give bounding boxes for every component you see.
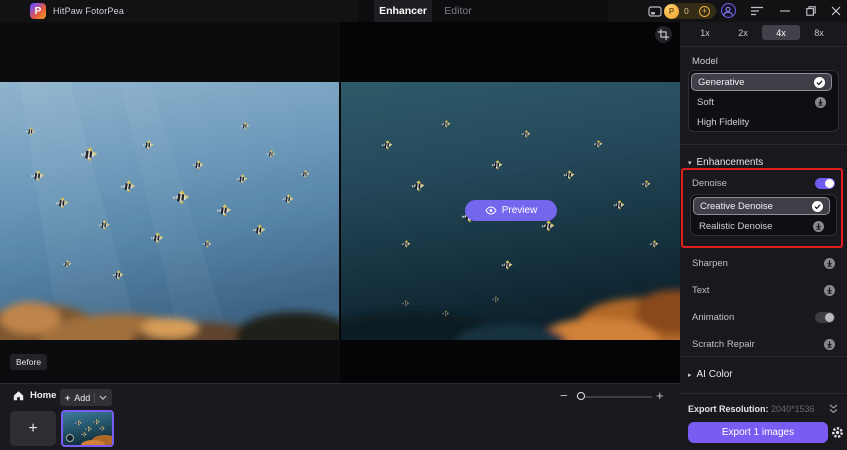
restore-button[interactable]	[802, 0, 820, 22]
scale-button-2x[interactable]: 2x	[724, 25, 762, 40]
model-section-title: Model	[692, 56, 718, 67]
enhancements-header[interactable]: ▾ Enhancements	[688, 157, 763, 168]
thumbnail-badge	[66, 434, 74, 442]
expand-arrow-icon: ▸	[688, 371, 692, 379]
sharpen-row[interactable]: Sharpen	[692, 256, 835, 270]
animation-toggle[interactable]	[815, 312, 835, 323]
button-divider	[94, 393, 95, 403]
tab-editor[interactable]: Editor	[432, 0, 484, 22]
before-badge: Before	[10, 354, 47, 370]
home-button[interactable]: Home	[13, 390, 56, 401]
titlebar: P HitPaw FotorPea Enhancer Editor P 0 +	[0, 0, 847, 22]
zoom-slider-track[interactable]	[576, 396, 652, 398]
denoise-list: Creative Denoise Realistic Denoise	[690, 194, 837, 236]
add-credits-icon[interactable]: +	[699, 6, 710, 17]
model-list: Generative Soft High Fidelity	[688, 70, 839, 132]
scratch-repair-row[interactable]: Scratch Repair	[692, 337, 835, 351]
denoise-option-creative[interactable]: Creative Denoise	[693, 197, 830, 215]
scale-button-4x[interactable]: 4x	[762, 25, 800, 40]
gear-icon	[831, 426, 844, 439]
close-button[interactable]	[827, 0, 845, 22]
bottombar: Home + Add − + +	[0, 383, 680, 450]
app-logo-icon: P	[30, 3, 46, 19]
credits-count: 0	[684, 3, 689, 19]
zoom-slider-handle[interactable]	[577, 392, 585, 400]
minimize-button[interactable]	[776, 0, 794, 22]
download-icon[interactable]	[824, 258, 835, 269]
zoom-in-button[interactable]: +	[656, 388, 664, 403]
screen-icon[interactable]	[648, 5, 662, 23]
model-option-generative[interactable]: Generative	[691, 73, 832, 91]
add-label: Add	[74, 393, 90, 403]
scale-button-1x[interactable]: 1x	[686, 25, 724, 40]
chevron-down-icon[interactable]	[99, 395, 107, 400]
download-icon	[813, 221, 824, 232]
check-icon	[812, 201, 823, 212]
home-label: Home	[30, 390, 56, 401]
animation-row[interactable]: Animation	[692, 310, 835, 324]
denoise-toggle[interactable]	[815, 178, 835, 189]
image-thumbnail[interactable]	[61, 410, 114, 447]
denoise-option-realistic[interactable]: Realistic Denoise	[693, 217, 830, 235]
export-resolution-value: 2040*1536	[771, 404, 815, 414]
account-button[interactable]	[721, 3, 736, 18]
before-image	[0, 82, 339, 340]
denoise-row: Denoise	[692, 176, 835, 190]
zoom-out-button[interactable]: −	[560, 388, 568, 403]
crop-button[interactable]	[655, 26, 672, 43]
download-icon[interactable]	[824, 339, 835, 350]
tab-enhancer[interactable]: Enhancer	[374, 0, 432, 22]
export-resolution-label: Export Resolution:	[688, 404, 769, 414]
text-row[interactable]: Text	[692, 283, 835, 297]
download-icon[interactable]	[824, 285, 835, 296]
crop-icon	[658, 29, 669, 40]
settings-sidebar: 1x 2x 4x 8x Model Generative Soft High F…	[680, 22, 847, 450]
app-title: HitPaw FotorPea	[53, 0, 124, 22]
eye-icon	[485, 206, 497, 215]
scale-button-8x[interactable]: 8x	[800, 25, 838, 40]
canvas: Preview Before	[0, 22, 680, 383]
add-button[interactable]: + Add	[60, 389, 112, 406]
person-icon	[722, 5, 734, 17]
add-image-tile[interactable]: +	[10, 411, 56, 446]
chevron-double-down-icon[interactable]	[828, 404, 839, 414]
app-window: P HitPaw FotorPea Enhancer Editor P 0 +	[0, 0, 847, 450]
ai-color-header[interactable]: ▸ AI Color	[688, 369, 733, 380]
settings-button[interactable]	[831, 426, 844, 442]
export-resolution-row: Export Resolution: 2040*1536	[688, 402, 839, 416]
credits-pill[interactable]: P 0 +	[666, 3, 716, 19]
preview-button[interactable]: Preview	[465, 200, 557, 221]
export-button[interactable]: Export 1 images	[688, 422, 828, 443]
plus-icon: +	[65, 393, 70, 403]
model-option-soft[interactable]: Soft	[691, 93, 832, 111]
collapse-arrow-icon: ▾	[688, 159, 692, 167]
home-icon	[13, 390, 24, 401]
denoise-label: Denoise	[692, 178, 727, 189]
coin-icon: P	[664, 4, 679, 19]
download-icon	[815, 97, 826, 108]
check-icon	[814, 77, 825, 88]
model-option-high-fidelity[interactable]: High Fidelity	[691, 113, 832, 131]
preview-label: Preview	[502, 205, 538, 216]
menu-icon[interactable]	[748, 0, 766, 22]
